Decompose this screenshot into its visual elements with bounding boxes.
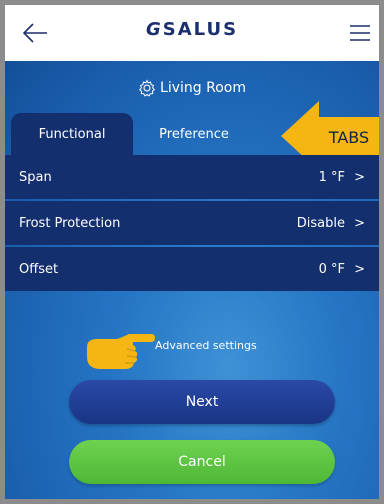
setting-value: Disable	[296, 215, 345, 231]
setting-label: Span	[19, 169, 52, 185]
cancel-button[interactable]: Cancel	[69, 440, 335, 484]
setting-row-offset[interactable]: Offset 0 °F >	[5, 247, 379, 291]
next-button[interactable]: Next	[69, 380, 335, 424]
setting-row-frost-protection[interactable]: Frost Protection Disable >	[5, 201, 379, 245]
setting-label: Frost Protection	[19, 215, 121, 231]
tab-functional[interactable]: Functional	[11, 113, 133, 155]
phone-screen: GSALUS Living Room Functional Preference…	[0, 0, 384, 504]
pointing-hand-icon	[87, 334, 155, 369]
logo-swoosh: G	[145, 19, 163, 40]
chevron-right-icon: >	[354, 169, 365, 185]
chevron-right-icon: >	[354, 261, 365, 277]
tab-preference-label: Preference	[159, 126, 229, 142]
setting-value: 1 °F	[318, 169, 345, 185]
top-bar: GSALUS	[5, 5, 379, 61]
logo-text: SALUS	[162, 19, 239, 40]
tab-preference[interactable]: Preference	[133, 113, 255, 155]
hamburger-menu-icon[interactable]	[349, 23, 371, 43]
next-button-label: Next	[185, 394, 219, 410]
advanced-settings-link[interactable]: Advanced settings	[155, 339, 257, 352]
cancel-button-label: Cancel	[178, 454, 226, 470]
gear-icon	[138, 79, 156, 97]
setting-value: 0 °F	[318, 261, 345, 277]
tabs-annotation-label: TABS	[328, 128, 369, 147]
settings-list: Span 1 °F > Frost Protection Disable > O…	[5, 155, 379, 293]
room-title: Living Room	[5, 79, 379, 97]
chevron-right-icon: >	[354, 215, 365, 231]
setting-label: Offset	[19, 261, 59, 277]
room-name: Living Room	[160, 80, 246, 96]
settings-screen: Living Room Functional Preference TABS S…	[5, 61, 379, 499]
salus-logo: GSALUS	[5, 19, 379, 40]
tab-functional-label: Functional	[38, 126, 106, 142]
setting-row-span[interactable]: Span 1 °F >	[5, 155, 379, 199]
